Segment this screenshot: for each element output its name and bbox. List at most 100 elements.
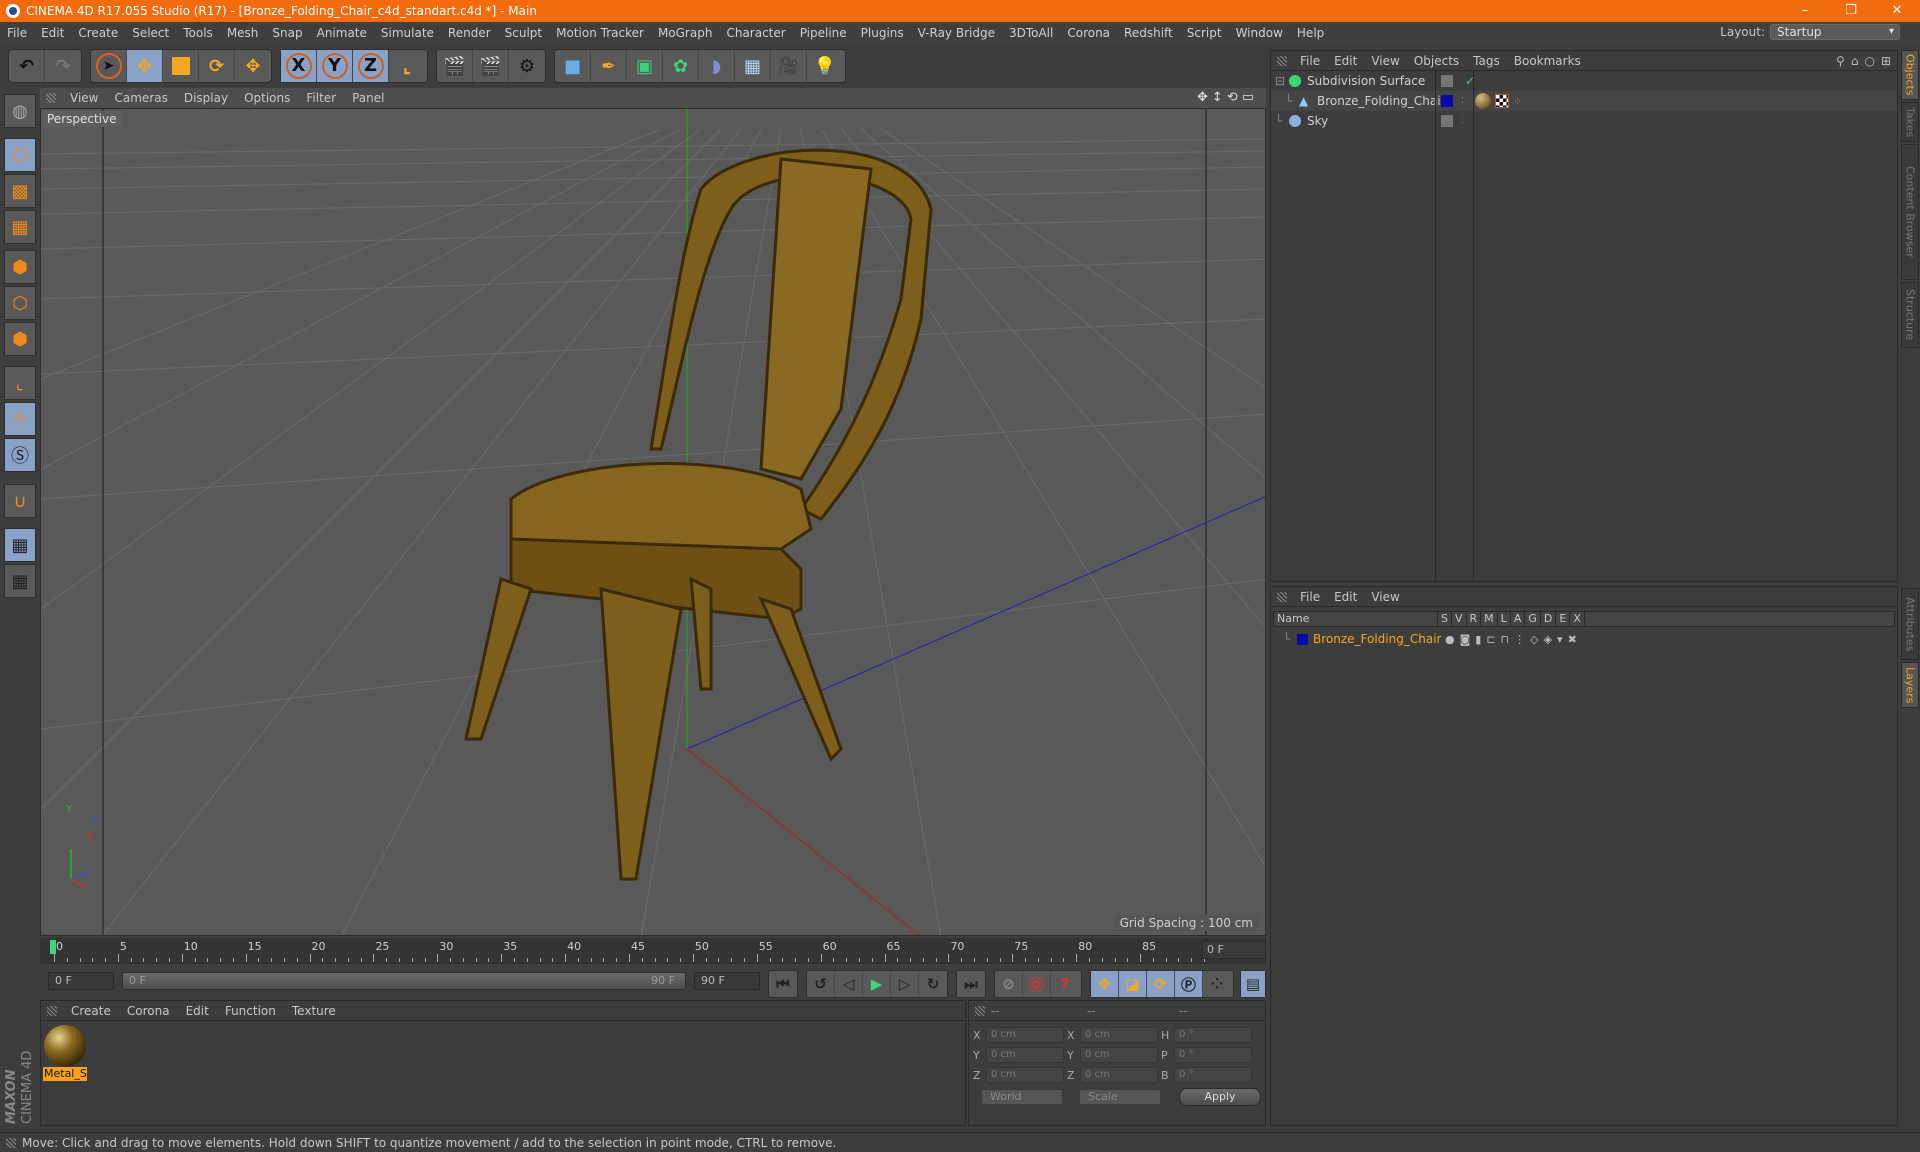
object-row-subdivision-surface[interactable]: ⊟ Subdivision Surface ✓ — [1271, 71, 1897, 91]
render-view-icon[interactable]: 🎬 — [437, 50, 473, 82]
planar-workplane-icon[interactable]: ▦ — [4, 564, 36, 598]
edges-mode-icon[interactable]: ⬡ — [4, 286, 36, 320]
render-settings-icon[interactable]: ⚙ — [509, 50, 545, 82]
collapse-icon[interactable]: ⊟ — [1275, 74, 1285, 88]
menu-mograph[interactable]: MoGraph — [651, 26, 720, 40]
material-menu-texture[interactable]: Texture — [284, 1004, 344, 1018]
col-solo[interactable]: S — [1438, 612, 1452, 626]
menu-snap[interactable]: Snap — [265, 26, 309, 40]
menu-sculpt[interactable]: Sculpt — [498, 26, 549, 40]
coord-mode-dropdown[interactable]: Scale — [1079, 1089, 1161, 1105]
select-tool-icon[interactable]: ➤ — [91, 50, 127, 82]
timeline-window-icon[interactable]: ▤ — [1241, 971, 1265, 997]
menu-character[interactable]: Character — [719, 26, 792, 40]
viewport-menu-filter[interactable]: Filter — [298, 91, 344, 105]
layers-menu-view[interactable]: View — [1364, 590, 1406, 604]
rot-b-field[interactable]: 0 ° — [1174, 1067, 1252, 1083]
minimize-button[interactable]: – — [1782, 0, 1828, 22]
material-tag-icon[interactable] — [1475, 93, 1491, 109]
rotate-tool-icon[interactable]: ⟳ — [199, 50, 235, 82]
move-tool-icon[interactable]: ✥ — [127, 50, 163, 82]
texture-mode-icon[interactable]: ▩ — [4, 174, 36, 208]
tab-content-browser[interactable]: Content Browser — [1901, 144, 1919, 280]
menu-select[interactable]: Select — [125, 26, 176, 40]
objects-menu-tags[interactable]: Tags — [1466, 54, 1507, 68]
layers-menu-file[interactable]: File — [1293, 590, 1327, 604]
next-key-icon[interactable]: ↻ — [919, 971, 947, 997]
floor-icon[interactable]: ▦ — [735, 50, 771, 82]
layer-color-swatch[interactable] — [1297, 633, 1308, 645]
axis-mode-icon[interactable]: ⌞ — [4, 366, 36, 400]
layout-dropdown[interactable]: Startup — [1770, 24, 1900, 40]
maximize-button[interactable]: ❐ — [1828, 0, 1874, 22]
live-move-tool-icon[interactable]: ✥ — [235, 50, 271, 82]
panel-grip-icon[interactable] — [1277, 591, 1287, 602]
object-row-sky[interactable]: └ Sky ⁚ — [1271, 111, 1897, 131]
size-z-field[interactable]: 0 cm — [1080, 1067, 1158, 1083]
layer-row-bronze-folding-chair[interactable]: └ Bronze_Folding_Chair ●◙▮⊏⊓⋮◇◈▾✖ — [1273, 629, 1895, 649]
menu-window[interactable]: Window — [1229, 26, 1290, 40]
objects-menu-bookmarks[interactable]: Bookmarks — [1507, 54, 1588, 68]
workplane-mode-icon[interactable]: ▦ — [4, 210, 36, 244]
menu-animate[interactable]: Animate — [310, 26, 374, 40]
apply-button[interactable]: Apply — [1179, 1088, 1261, 1106]
make-editable-icon[interactable]: ◍ — [4, 94, 36, 128]
home-icon[interactable]: ⌂ — [1851, 54, 1859, 68]
rot-h-field[interactable]: 0 ° — [1174, 1027, 1252, 1043]
col-view[interactable]: V — [1452, 612, 1467, 626]
col-generators[interactable]: G — [1525, 612, 1541, 626]
layer-flag-icons[interactable]: ●◙▮⊏⊓⋮◇◈▾✖ — [1445, 633, 1582, 646]
play-icon[interactable]: ▶ — [863, 971, 891, 997]
viewport-menu-view[interactable]: View — [62, 91, 106, 105]
visibility-dots-icon[interactable]: ⁚ — [1461, 96, 1464, 106]
go-to-end-icon[interactable]: ⏭ — [957, 971, 985, 997]
tab-objects[interactable]: Objects — [1901, 50, 1919, 100]
y-axis-lock-icon[interactable]: Y — [317, 50, 353, 82]
key-parameter-icon[interactable]: Ⓟ — [1175, 971, 1203, 997]
rot-p-field[interactable]: 0 ° — [1174, 1047, 1252, 1063]
perspective-viewport[interactable]: Y Z X Perspective Grid Spacing : 100 cm — [40, 108, 1266, 936]
key-rotation-icon[interactable]: ⟳ — [1147, 971, 1175, 997]
menu-script[interactable]: Script — [1180, 26, 1229, 40]
viewport-menu-display[interactable]: Display — [176, 91, 236, 105]
frame-range-slider[interactable]: 0 F 90 F — [122, 972, 686, 990]
subdivision-surface-icon[interactable]: ▣ — [627, 50, 663, 82]
menu-3dtoall[interactable]: 3DToAll — [1002, 26, 1060, 40]
tab-structure[interactable]: Structure — [1901, 282, 1919, 348]
objects-menu-file[interactable]: File — [1293, 54, 1327, 68]
viewport-menu-cameras[interactable]: Cameras — [106, 91, 175, 105]
material-swatch[interactable]: Metal_S — [43, 1025, 87, 1081]
col-name[interactable]: Name — [1274, 612, 1438, 626]
material-menu-function[interactable]: Function — [217, 1004, 284, 1018]
menu-edit[interactable]: Edit — [34, 26, 71, 40]
light-icon[interactable]: 💡 — [807, 50, 843, 82]
menu-render[interactable]: Render — [441, 26, 498, 40]
panel-grip-icon[interactable] — [47, 1005, 57, 1016]
current-frame-field[interactable]: 0 F — [1202, 941, 1266, 959]
objects-menu-objects[interactable]: Objects — [1407, 54, 1466, 68]
size-y-field[interactable]: 0 cm — [1080, 1047, 1158, 1063]
magnet-icon[interactable]: ∪ — [4, 484, 36, 518]
menu-motion-tracker[interactable]: Motion Tracker — [549, 26, 651, 40]
previous-key-icon[interactable]: ↺ — [807, 971, 835, 997]
col-xref[interactable]: X — [1570, 612, 1585, 626]
panel-grip-icon[interactable] — [975, 1005, 985, 1016]
camera-icon[interactable]: 🎥 — [771, 50, 807, 82]
tab-layers[interactable]: Layers — [1901, 662, 1919, 708]
layer-swatch-empty[interactable] — [1441, 75, 1453, 87]
key-position-icon[interactable]: ✥ — [1091, 971, 1119, 997]
objects-menu-view[interactable]: View — [1364, 54, 1406, 68]
uvw-tag-icon[interactable]: ⁘ — [1513, 95, 1522, 108]
tab-takes[interactable]: Takes — [1901, 102, 1919, 142]
snap-icon[interactable]: Ⓢ — [4, 438, 36, 472]
menu-tools[interactable]: Tools — [176, 26, 220, 40]
menu-plugins[interactable]: Plugins — [854, 26, 911, 40]
material-menu-corona[interactable]: Corona — [119, 1004, 178, 1018]
menu-pipeline[interactable]: Pipeline — [793, 26, 854, 40]
key-scale-icon[interactable]: ◪ — [1119, 971, 1147, 997]
start-frame-field[interactable]: 0 F — [48, 972, 114, 990]
col-animation[interactable]: A — [1511, 612, 1526, 626]
bronze-chair-model[interactable] — [464, 148, 933, 881]
menu-file[interactable]: File — [0, 26, 34, 40]
keyframe-selection-icon[interactable]: ? — [1051, 971, 1079, 997]
